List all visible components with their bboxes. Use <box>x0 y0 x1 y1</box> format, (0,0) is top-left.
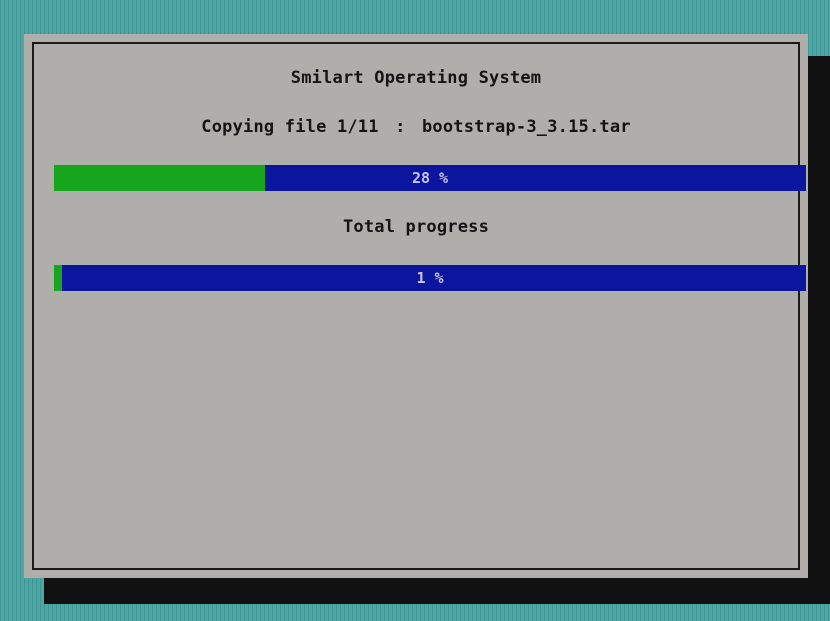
copying-separator: : <box>395 117 406 137</box>
file-counter: 1/11 <box>336 117 379 137</box>
total-progress-bar: 1 % <box>54 265 806 291</box>
copying-status: Copying file 1/11 : bootstrap-3_3.15.tar <box>34 117 798 137</box>
dialog-frame: Smilart Operating System Copying file 1/… <box>32 42 806 570</box>
dialog-title: Smilart Operating System <box>290 68 542 88</box>
total-progress-label: 1 % <box>416 269 444 287</box>
file-progress-label: 28 % <box>411 169 449 187</box>
copying-prefix: Copying file <box>201 117 327 137</box>
file-progress-bar: 28 % <box>54 165 806 191</box>
total-progress-heading: Total progress <box>342 217 490 237</box>
current-filename: bootstrap-3_3.15.tar <box>422 117 631 137</box>
installer-dialog: Smilart Operating System Copying file 1/… <box>24 34 808 578</box>
